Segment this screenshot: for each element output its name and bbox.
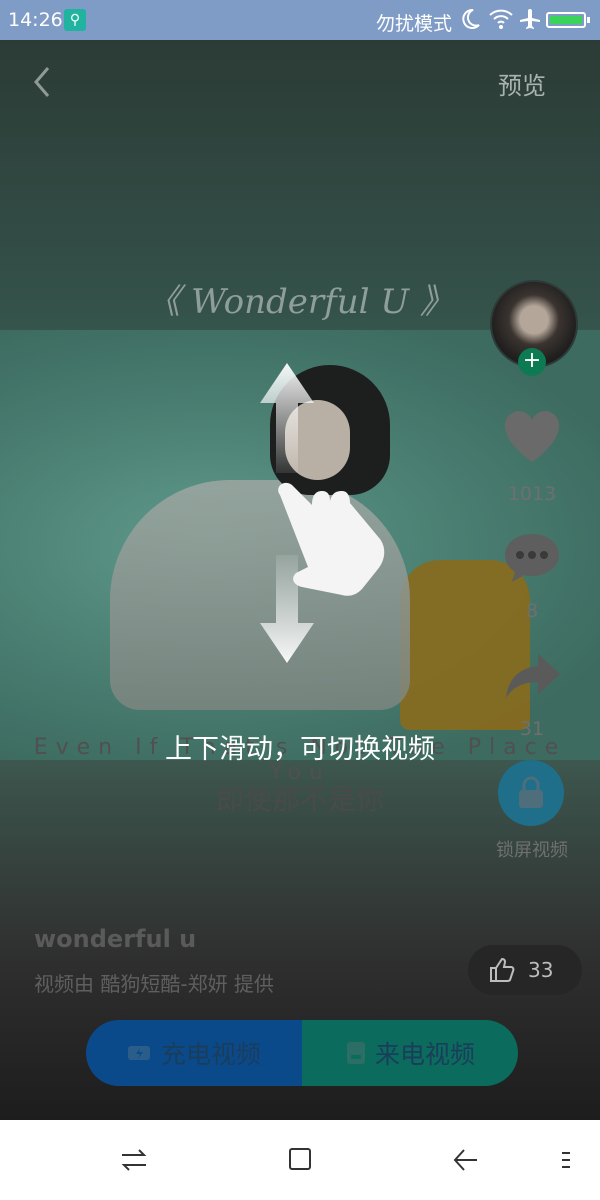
lock-screen-label: 锁屏视频: [496, 840, 568, 861]
hand-icon: [278, 482, 385, 596]
action-bar: 充电视频 来电视频: [86, 1020, 518, 1086]
charge-video-label: 充电视频: [160, 1040, 261, 1069]
battery-icon: [546, 12, 590, 28]
heart-icon[interactable]: [502, 410, 562, 464]
battery-charge-icon: [127, 1046, 150, 1060]
comment-icon[interactable]: [502, 530, 562, 586]
usb-icon: ⚲: [64, 9, 86, 31]
status-time: 14:26: [8, 9, 63, 31]
chevron-left-icon[interactable]: [30, 64, 54, 100]
video-credit: 视频由 酷狗短酷-郑妍 提供: [34, 972, 274, 996]
back-icon[interactable]: [452, 1146, 480, 1174]
phone-screen-icon: [346, 1042, 365, 1064]
moon-icon: [462, 8, 480, 29]
like-count: 1013: [507, 483, 557, 505]
wifi-icon: [489, 9, 513, 29]
arrow-up-icon: [260, 363, 314, 473]
follow-button[interactable]: +: [518, 348, 546, 376]
comment-count: 8: [525, 600, 539, 622]
lyric-chinese: 即使那不是你: [215, 783, 384, 816]
airplane-icon: [520, 9, 540, 29]
preview-button[interactable]: 预览: [498, 66, 546, 101]
share-icon[interactable]: [502, 650, 562, 700]
thumbs-up-icon: [490, 957, 515, 982]
dnd-label: 勿扰模式: [376, 13, 453, 35]
home-icon[interactable]: [287, 1146, 313, 1174]
system-nav-bar: [0, 1120, 600, 1200]
call-video-label: 来电视频: [374, 1040, 475, 1069]
menu-icon[interactable]: [560, 1146, 572, 1174]
swipe-guide-graphic: [260, 363, 385, 663]
video-name: wonderful u: [34, 925, 197, 953]
like-pill-count: 33: [528, 958, 554, 982]
switch-icon[interactable]: [120, 1146, 148, 1174]
charge-video-button[interactable]: 充电视频: [86, 1020, 302, 1086]
swipe-guide-text: 上下滑动，可切换视频: [165, 734, 435, 765]
like-pill-button[interactable]: 33: [468, 945, 582, 995]
call-video-button[interactable]: 来电视频: [302, 1020, 518, 1086]
status-bar: 14:26 ⚲ 勿扰模式: [0, 0, 600, 40]
